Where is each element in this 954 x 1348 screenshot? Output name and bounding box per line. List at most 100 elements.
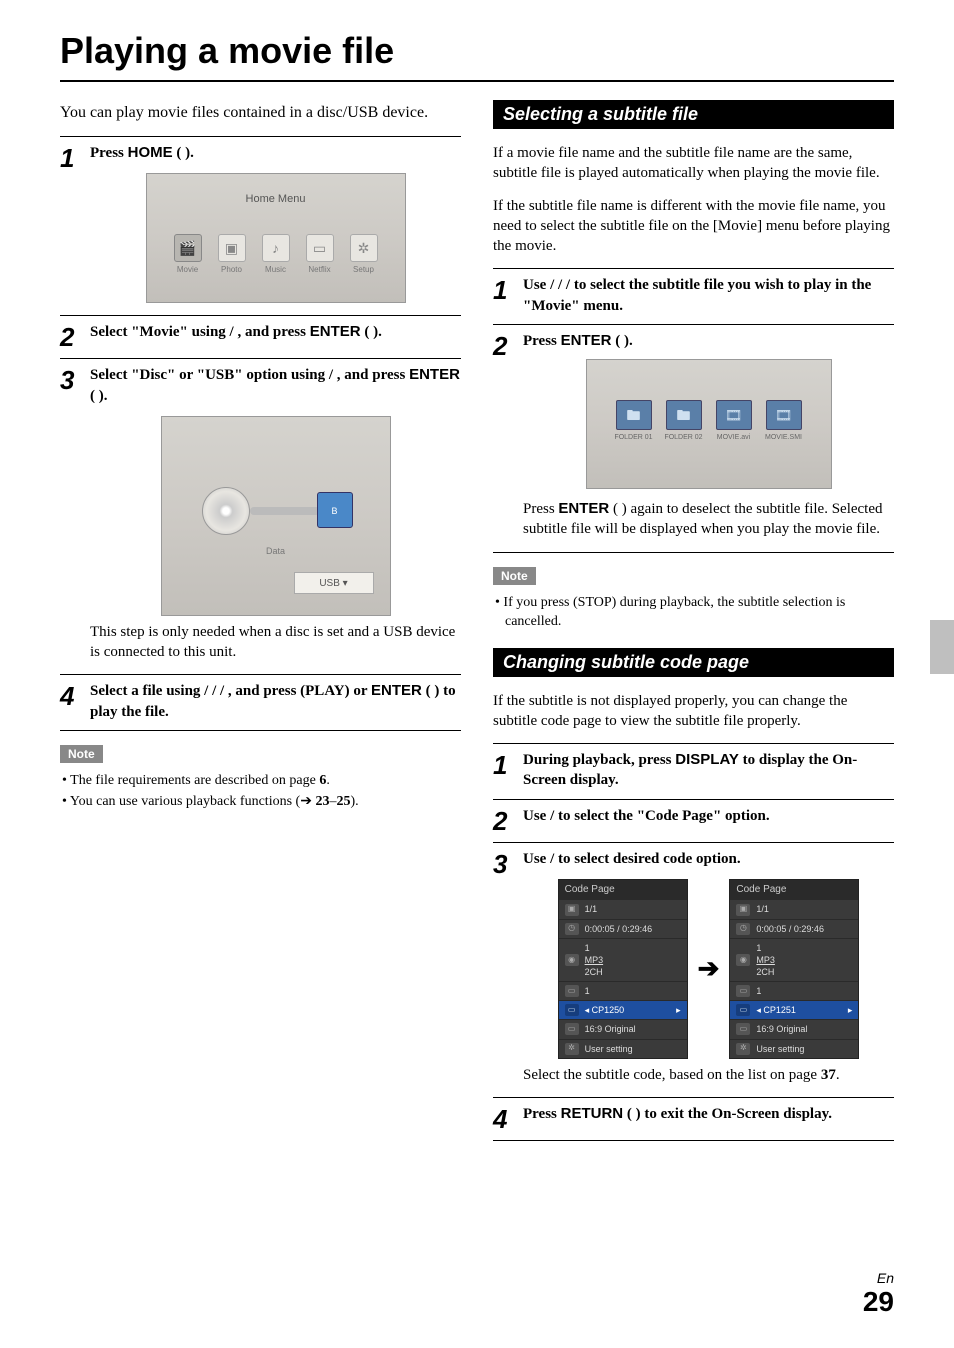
music-icon: ♪ <box>262 234 290 262</box>
intro-text: You can play movie files contained in a … <box>60 104 461 122</box>
step-followup: This step is only needed when a disc is … <box>90 622 461 663</box>
usb-selector: USB ▾ <box>294 572 374 594</box>
home-icon-photo: ▣Photo <box>214 234 250 276</box>
photo-icon: ▣ <box>218 234 246 262</box>
step-text: ( ). <box>173 145 194 161</box>
row-text: ◂ CP1251 <box>756 1004 796 1016</box>
home-button-label: HOME <box>128 144 173 161</box>
panel-row-highlighted: ▭◂ CP1251▸ <box>730 1000 858 1019</box>
page-number: 29 <box>863 1286 894 1317</box>
step-text: Select a file using / / / , and press (P… <box>90 683 371 699</box>
step-number: 1 <box>60 143 90 307</box>
step-text: ( ). <box>90 388 108 404</box>
note-label: Note <box>493 567 536 585</box>
home-icon-music: ♪Music <box>258 234 294 276</box>
title-icon: ▣ <box>565 904 579 916</box>
audio-icon: ◉ <box>736 954 750 966</box>
step-number: 2 <box>493 806 523 834</box>
note-text: ). <box>350 794 358 809</box>
aspect-icon: ▭ <box>565 1023 579 1035</box>
sub-icon: ▭ <box>565 985 579 997</box>
note-text: You can use various playback functions (… <box>70 794 316 809</box>
enter-button-label: ENTER <box>310 323 361 340</box>
step-number: 4 <box>493 1104 523 1132</box>
title-icon: ▣ <box>736 904 750 916</box>
note-list: If you press (STOP) during playback, the… <box>493 593 894 632</box>
step-number: 3 <box>60 365 90 666</box>
section-heading-subtitle: Selecting a subtitle file <box>493 100 894 129</box>
sub-step-1: 1 Use / / / to select the subtitle file … <box>493 268 894 324</box>
tile-label: MOVIE.SMI <box>765 434 802 441</box>
content-columns: You can play movie files contained in a … <box>60 100 894 1141</box>
codepage-followup: Select the subtitle code, based on the l… <box>523 1065 894 1085</box>
usb-label: USB <box>319 578 340 589</box>
cp-step-2: 2 Use / to select the "Code Page" option… <box>493 799 894 842</box>
row-text: 1MP32CH <box>585 942 604 978</box>
enter-button-label: ENTER <box>371 682 422 699</box>
disc-usb-screenshot: B Data USB ▾ <box>161 416 391 616</box>
step-body: Select "Disc" or "USB" option using / , … <box>90 365 461 666</box>
section-heading-codepage: Changing subtitle code page <box>493 648 894 677</box>
cp-step-1: 1 During playback, press DISPLAY to disp… <box>493 743 894 799</box>
note-list: The file requirements are described on p… <box>60 771 461 812</box>
subtitle-para-2: If the subtitle file name is different w… <box>493 196 894 257</box>
step-text: Press <box>90 145 128 161</box>
setting-icon: ✲ <box>736 1043 750 1055</box>
left-column: You can play movie files contained in a … <box>60 100 461 1141</box>
icon-label: Netflix <box>308 265 330 274</box>
time-icon: ◷ <box>736 923 750 935</box>
subtitle-file-icon: 🎞 <box>766 400 802 430</box>
text: . <box>836 1067 840 1083</box>
step-body: Press HOME ( ). Home Menu 🎬Movie ▣Photo … <box>90 143 461 307</box>
step-body: Select a file using / / / , and press (P… <box>90 681 461 722</box>
step-text: Press <box>523 1106 561 1122</box>
folder-icon: 🖿 <box>666 400 702 430</box>
return-button-label: RETURN <box>561 1105 624 1122</box>
enter-button-label: ENTER <box>409 366 460 383</box>
t: 2CH <box>585 967 603 977</box>
row-text: 16:9 Original <box>585 1023 636 1035</box>
sub-step-2: 2 Press ENTER ( ). 🖿FOLDER 01 🖿FOLDER 02… <box>493 324 894 553</box>
panel-row: ✲ User setting <box>730 1039 858 1058</box>
panel-row-highlighted: ▭◂ CP1250▸ <box>559 1000 687 1019</box>
step-body: Use / to select the "Code Page" option. <box>523 806 894 834</box>
step-number: 1 <box>493 275 523 316</box>
cp-step-3: 3 Use / to select desired code option. C… <box>493 842 894 1097</box>
tile-label: FOLDER 01 <box>614 434 652 441</box>
tile-label: FOLDER 02 <box>664 434 702 441</box>
setting-icon: ✲ <box>565 1043 579 1055</box>
t: 2CH <box>756 967 774 977</box>
step-text: ( ). <box>611 333 632 349</box>
connector-graphic <box>250 507 320 515</box>
aspect-icon: ▭ <box>736 1023 750 1035</box>
note-item: You can use various playback functions (… <box>62 792 461 812</box>
audio-icon: ◉ <box>565 954 579 966</box>
t: MP3 <box>585 955 604 965</box>
row-text: 1 <box>585 985 590 997</box>
row-text: User setting <box>585 1043 633 1055</box>
page-ref: 25 <box>336 794 350 809</box>
step-text: Select "Movie" using / , and press <box>90 324 310 340</box>
text: Select the subtitle code, based on the l… <box>523 1067 821 1083</box>
step-number: 3 <box>493 849 523 1089</box>
arrow-icon: ▸ <box>848 1004 853 1016</box>
sub-icon: ▭ <box>736 985 750 997</box>
step-number: 1 <box>493 750 523 791</box>
step-body: Press ENTER ( ). 🖿FOLDER 01 🖿FOLDER 02 🎞… <box>523 331 894 544</box>
row-text: 0:00:05 / 0:29:46 <box>585 923 653 935</box>
data-label: Data <box>162 545 390 557</box>
home-menu-title: Home Menu <box>147 192 405 207</box>
step-body: Use / to select desired code option. Cod… <box>523 849 894 1089</box>
tile-label: MOVIE.avi <box>717 434 750 441</box>
row-text: User setting <box>756 1043 804 1055</box>
step-number: 2 <box>493 331 523 544</box>
subtitle-file-tile: 🎞 MOVIE.SMI <box>763 400 805 442</box>
icon-label: Movie <box>177 265 198 274</box>
step-body: Press RETURN ( ) to exit the On-Screen d… <box>523 1104 894 1132</box>
panel-row: ✲ User setting <box>559 1039 687 1058</box>
step-text: Use / to select desired code option. <box>523 851 741 867</box>
note-text: . <box>326 773 330 788</box>
movie-file-tile: 🎞MOVIE.avi <box>713 400 755 442</box>
page-ref: 23 <box>315 794 329 809</box>
arrow-icon: ▸ <box>676 1004 681 1016</box>
